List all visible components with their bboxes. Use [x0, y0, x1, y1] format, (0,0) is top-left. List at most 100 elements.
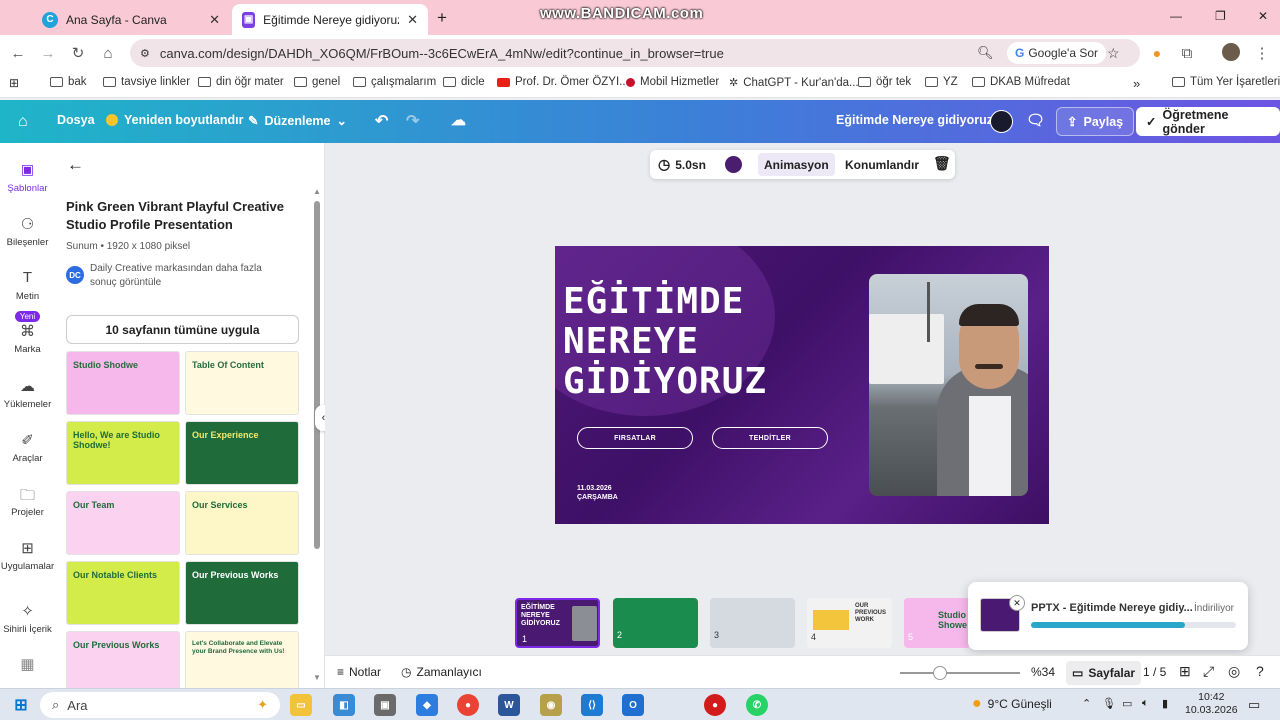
rail-item-magic[interactable]: ✧ Sihirli İçerik — [0, 602, 55, 635]
reload-icon[interactable]: ↻ — [68, 43, 88, 63]
apps-grid-icon[interactable]: ⊞ — [9, 76, 19, 90]
record-icon[interactable]: ● — [704, 694, 726, 716]
all-bookmarks-button[interactable]: Tüm Yer İşaretleri — [1172, 76, 1280, 88]
creator-link[interactable]: Daily Creative markasından daha fazla so… — [90, 262, 290, 290]
back-icon[interactable]: ← — [8, 43, 28, 63]
template-thumbnail[interactable]: Our Previous Works — [66, 631, 180, 688]
zoom-slider[interactable] — [900, 672, 1020, 674]
rail-item-tools[interactable]: ✐ Araçlar — [0, 431, 55, 464]
bookmark-item[interactable]: ✲ ChatGPT - Kur'an'da... — [729, 76, 859, 90]
apply-all-pages-button[interactable]: 10 sayfanın tümüne uygula — [66, 315, 299, 344]
opportunities-button[interactable]: FIRSATLAR — [577, 427, 693, 449]
user-avatar[interactable] — [990, 110, 1013, 133]
rail-item-uploads[interactable]: ☁ Yüklemeler — [0, 377, 55, 410]
template-thumbnail[interactable]: Table Of Content — [185, 351, 299, 415]
rail-item-apps[interactable]: ⊞ Uygulamalar — [0, 539, 55, 572]
template-thumbnail[interactable]: Our Notable Clients — [66, 561, 180, 625]
file-explorer-icon[interactable]: ▭ — [290, 694, 312, 716]
cloud-saved-icon[interactable]: ☁ — [451, 111, 466, 129]
word-icon[interactable]: W — [498, 694, 520, 716]
home-icon[interactable]: ⌂ — [98, 43, 118, 63]
store-icon[interactable]: ▣ — [374, 694, 396, 716]
whatsapp-icon[interactable]: ✆ — [746, 694, 768, 716]
panel-scrollbar[interactable] — [314, 201, 320, 549]
pages-button[interactable]: ▭ Sayfalar — [1066, 661, 1142, 685]
threats-button[interactable]: TEHDİTLER — [712, 427, 828, 449]
color-swatch[interactable] — [725, 156, 742, 173]
close-icon[interactable]: ✕ — [209, 12, 220, 28]
url-bar[interactable]: ⚙ canva.com/design/DAHDh_XO6QM/FrBOum--3… — [130, 39, 1140, 67]
bookmark-item[interactable]: çalışmalarım — [353, 76, 436, 88]
file-menu[interactable]: Dosya — [57, 113, 95, 127]
document-title[interactable]: Eğitimde Nereye gidiyoruz — [836, 113, 993, 127]
tab-design[interactable]: ▣ Eğitimde Nereye gidiyoruz - Su ✕ — [232, 4, 428, 35]
timer-button[interactable]: ◷ Zamanlayıcı — [401, 665, 482, 679]
comment-icon[interactable]: 🗨︎ — [1026, 111, 1045, 129]
window-close-button[interactable]: ✕ — [1258, 9, 1268, 23]
trash-icon[interactable]: 🗑︎ — [933, 155, 951, 172]
undo-icon[interactable]: ↶ — [375, 111, 388, 131]
extension-icon[interactable]: ● — [1147, 43, 1167, 63]
page-thumb-4[interactable]: OUR PREVIOUS WORK 4 — [807, 598, 892, 648]
help-icon[interactable]: ◎ — [1228, 663, 1240, 680]
rail-item-brand[interactable]: Yeni ⌘ Marka — [0, 311, 55, 355]
bookmark-item[interactable]: öğr tek — [858, 76, 911, 88]
template-thumbnail[interactable]: Our Experience — [185, 421, 299, 485]
microphone-icon[interactable]: 🎙︎ — [1102, 697, 1116, 710]
windows-start-icon[interactable]: ⊞ — [10, 694, 32, 716]
page-thumb-3[interactable]: 3 — [710, 598, 795, 648]
new-tab-button[interactable]: + — [432, 8, 452, 28]
template-thumbnail[interactable]: Let's Collaborate and Elevate your Brand… — [185, 631, 299, 688]
resize-button[interactable]: Yeniden boyutlandır — [106, 113, 243, 127]
bookmark-item[interactable]: Mobil Hizmetler — [626, 76, 719, 88]
menu-kebab-icon[interactable]: ⋮ — [1252, 43, 1272, 63]
bookmark-item[interactable]: YZ — [925, 76, 958, 88]
portrait-photo[interactable] — [869, 274, 1028, 496]
site-info-icon[interactable]: ⚙ — [140, 47, 150, 60]
minimize-button[interactable]: — — [1170, 9, 1182, 23]
bookmark-item[interactable]: bak — [50, 76, 87, 88]
rail-item-text[interactable]: T Metin — [0, 269, 55, 302]
avatar[interactable] — [1222, 43, 1240, 61]
rail-item-more[interactable]: ▦ — [0, 655, 55, 673]
taskbar-search[interactable]: ⌕ Ara ✦ — [40, 692, 280, 718]
clock[interactable]: 10:42 10.03.2026 — [1185, 691, 1238, 717]
slide-canvas[interactable]: EĞİTİMDE NEREYE GİDİYORUZ FIRSATLAR TEHD… — [555, 246, 1049, 524]
scroll-down-arrow-icon[interactable]: ▼ — [313, 673, 321, 682]
scroll-up-arrow-icon[interactable]: ▲ — [313, 187, 321, 196]
fullscreen-icon[interactable]: ⤢ — [1203, 663, 1214, 680]
chrome-icon[interactable]: ● — [457, 694, 479, 716]
app-icon[interactable]: ◧ — [333, 694, 355, 716]
zoom-slider-handle[interactable] — [933, 666, 947, 680]
rail-item-projects[interactable]: 🗀 Projeler — [0, 485, 55, 518]
bookmark-item[interactable]: din öğr mater — [198, 76, 284, 88]
template-thumbnail[interactable]: Our Previous Works — [185, 561, 299, 625]
weather-widget[interactable]: ● 9°C Güneşli — [972, 695, 1052, 713]
maximize-button[interactable]: ❐ — [1215, 9, 1226, 23]
app-icon-2[interactable]: ◆ — [416, 694, 438, 716]
notification-icon[interactable]: ▭ — [1248, 697, 1260, 713]
rail-item-elements[interactable]: ⚆ Bileşenler — [0, 215, 55, 248]
home-icon[interactable]: ⌂ — [18, 113, 28, 131]
bookmark-item[interactable]: tavsiye linkler — [103, 76, 190, 88]
extensions-puzzle-icon[interactable]: ⧉ — [1177, 43, 1197, 63]
grid-view-icon[interactable]: ⊞ — [1179, 663, 1191, 680]
vscode-icon[interactable]: ⟨⟩ — [581, 694, 603, 716]
template-thumbnail[interactable]: Studio Shodwe — [66, 351, 180, 415]
star-icon[interactable]: ☆ — [1107, 45, 1120, 62]
page-thumb-5[interactable]: Studio Showe 5 — [904, 598, 970, 648]
animation-button[interactable]: Animasyon — [758, 153, 835, 176]
edit-mode-dropdown[interactable]: ✎ Düzenleme ⌄ — [248, 113, 347, 129]
tab-home[interactable]: C Ana Sayfa - Canva ✕ — [32, 4, 230, 35]
template-thumbnail[interactable]: Our Services — [185, 491, 299, 555]
position-button[interactable]: Konumlandır — [845, 158, 919, 172]
send-to-teacher-button[interactable]: ✓ Öğretmene gönder — [1136, 107, 1280, 136]
google-ask-button[interactable]: G Google'a Sor — [1007, 42, 1107, 64]
bookmark-item[interactable]: genel — [294, 76, 340, 88]
battery-icon[interactable]: ▮ — [1162, 697, 1168, 710]
zoom-level[interactable]: %34 — [1031, 665, 1055, 679]
page-thumb-2[interactable]: 2 — [613, 598, 698, 648]
template-thumbnail[interactable]: Our Team — [66, 491, 180, 555]
volume-icon[interactable]: 🔈︎ — [1142, 697, 1149, 710]
bookmark-item[interactable]: Prof. Dr. Ömer ÖZYI... — [497, 76, 629, 88]
